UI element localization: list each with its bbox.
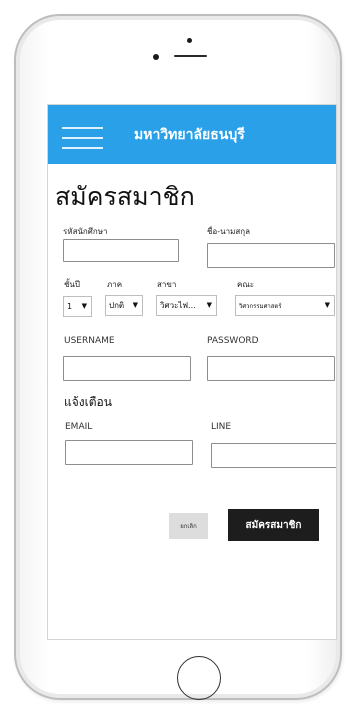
cancel-button[interactable]: ยกเลิก bbox=[169, 513, 208, 539]
caret-down-icon: ▼ bbox=[324, 301, 330, 309]
app-title: มหาวิทยาลัยธนบุรี bbox=[134, 127, 245, 143]
password-label: PASSWORD bbox=[207, 336, 259, 346]
faculty-select-value: วิศวกรรมศาสตร์ bbox=[239, 302, 282, 310]
email-label: EMAIL bbox=[65, 422, 93, 432]
hamburger-menu-icon[interactable] bbox=[62, 127, 103, 153]
caret-down-icon: ▼ bbox=[206, 301, 212, 309]
full-name-label: ชื่อ-นามสกุล bbox=[207, 227, 250, 236]
username-input[interactable] bbox=[63, 356, 191, 381]
full-name-input[interactable] bbox=[207, 243, 335, 268]
year-select[interactable]: 1 ▼ bbox=[63, 296, 92, 317]
term-select-value: ปกติ bbox=[109, 301, 125, 310]
major-label: สาขา bbox=[157, 280, 177, 289]
line-label: LINE bbox=[211, 422, 232, 432]
term-label: ภาค bbox=[107, 280, 123, 289]
line-input[interactable] bbox=[211, 443, 336, 468]
faculty-label: คณะ bbox=[237, 280, 255, 289]
term-select[interactable]: ปกติ ▼ bbox=[105, 295, 143, 316]
caret-down-icon: ▼ bbox=[81, 302, 87, 310]
year-label: ชั้นปี bbox=[64, 280, 80, 289]
faculty-select[interactable]: วิศวกรรมศาสตร์ ▼ bbox=[235, 295, 335, 316]
password-input[interactable] bbox=[207, 356, 335, 381]
major-select[interactable]: วิศวะไฟ... ▼ bbox=[156, 295, 217, 316]
notify-section-heading: แจ้งเตือน bbox=[64, 395, 112, 409]
year-select-value: 1 bbox=[67, 302, 73, 311]
app-header: มหาวิทยาลัยธนบุรี bbox=[48, 105, 336, 164]
email-input[interactable] bbox=[65, 440, 193, 465]
submit-button[interactable]: สมัครสมาชิก bbox=[228, 509, 319, 541]
caret-down-icon: ▼ bbox=[132, 301, 138, 309]
front-camera bbox=[153, 54, 159, 60]
page-title: สมัครสมาชิก bbox=[55, 182, 195, 211]
username-label: USERNAME bbox=[64, 336, 115, 346]
app-screen: มหาวิทยาลัยธนบุรี สมัครสมาชิก รหัสนักศึก… bbox=[47, 104, 337, 640]
earpiece-speaker bbox=[174, 55, 207, 57]
student-id-label: รหัสนักศึกษา bbox=[63, 227, 108, 236]
student-id-input[interactable] bbox=[63, 239, 179, 262]
home-button[interactable] bbox=[177, 656, 221, 700]
sensor-dot bbox=[187, 38, 192, 43]
major-select-value: วิศวะไฟ... bbox=[160, 301, 196, 310]
phone-frame: มหาวิทยาลัยธนบุรี สมัครสมาชิก รหัสนักศึก… bbox=[14, 14, 342, 700]
